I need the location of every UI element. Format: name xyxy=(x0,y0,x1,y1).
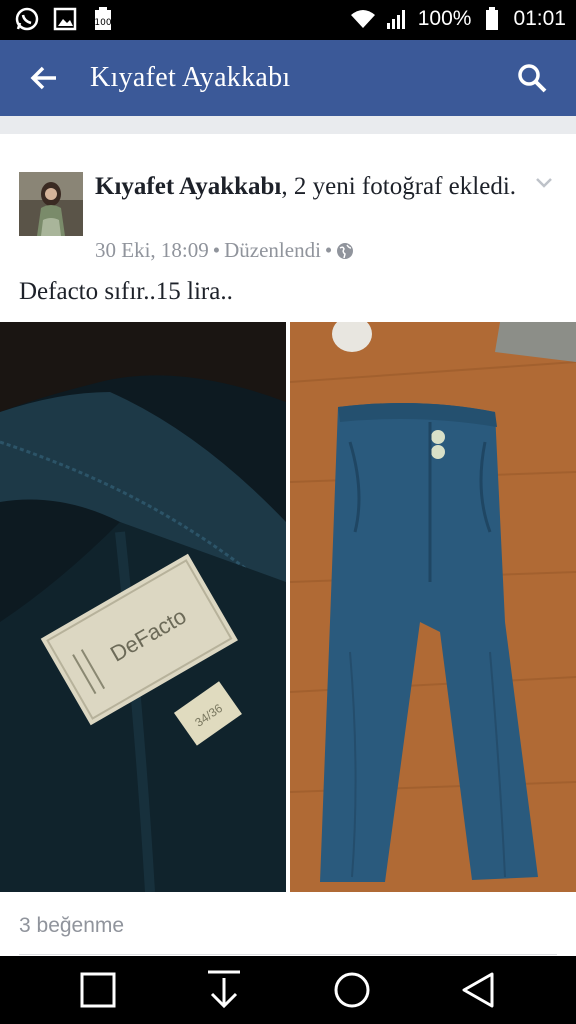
post-date[interactable]: 30 Eki, 18:09 xyxy=(95,238,209,263)
back-triangle-icon[interactable] xyxy=(456,968,500,1012)
status-bar: 100 100% 01:01 xyxy=(0,0,576,40)
post-header: Kıyafet Ayakkabı, 2 yeni fotoğraf ekledi… xyxy=(95,172,525,202)
whatsapp-icon xyxy=(14,6,40,32)
page-title: Kıyafet Ayakkabı xyxy=(90,62,291,93)
post-meta: 30 Eki, 18:09 • Düzenlendi • xyxy=(95,238,354,263)
divider xyxy=(19,954,557,955)
post-action: , 2 yeni fotoğraf ekledi. xyxy=(281,173,517,200)
meta-separator: • xyxy=(324,238,333,262)
app-bar: Kıyafet Ayakkabı xyxy=(0,40,576,116)
home-icon[interactable] xyxy=(330,968,374,1012)
battery-icon xyxy=(479,6,505,32)
blue-trousers-photo[interactable] xyxy=(290,322,576,892)
download-icon[interactable] xyxy=(202,968,246,1012)
post-card: Kıyafet Ayakkabı, 2 yeni fotoğraf ekledi… xyxy=(0,134,576,974)
navigation-bar xyxy=(0,956,576,1024)
recent-apps-icon[interactable] xyxy=(76,968,120,1012)
clock: 01:01 xyxy=(513,7,566,30)
likes-count[interactable]: 3 beğenme xyxy=(19,914,124,938)
meta-separator: • xyxy=(212,238,221,262)
avatar[interactable] xyxy=(19,172,83,236)
battery-100-notification-icon: 100 xyxy=(90,6,116,32)
post-text: Defacto sıfır..15 lira.. xyxy=(19,278,233,305)
search-icon[interactable] xyxy=(514,60,550,96)
back-arrow-icon[interactable] xyxy=(26,60,62,96)
svg-text:100: 100 xyxy=(94,18,111,28)
signal-icon xyxy=(384,6,410,32)
edited-label: Düzenlendi xyxy=(224,238,321,262)
author-name[interactable]: Kıyafet Ayakkabı xyxy=(95,173,281,200)
clothing-label-photo[interactable]: DeFacto 34/36 xyxy=(0,322,286,892)
feed: Kıyafet Ayakkabı, 2 yeni fotoğraf ekledi… xyxy=(0,116,576,974)
battery-percent: 100% xyxy=(417,7,472,30)
wifi-icon xyxy=(350,6,376,32)
chevron-down-icon[interactable] xyxy=(532,170,556,194)
globe-icon xyxy=(336,242,354,260)
gallery-icon xyxy=(52,6,78,32)
